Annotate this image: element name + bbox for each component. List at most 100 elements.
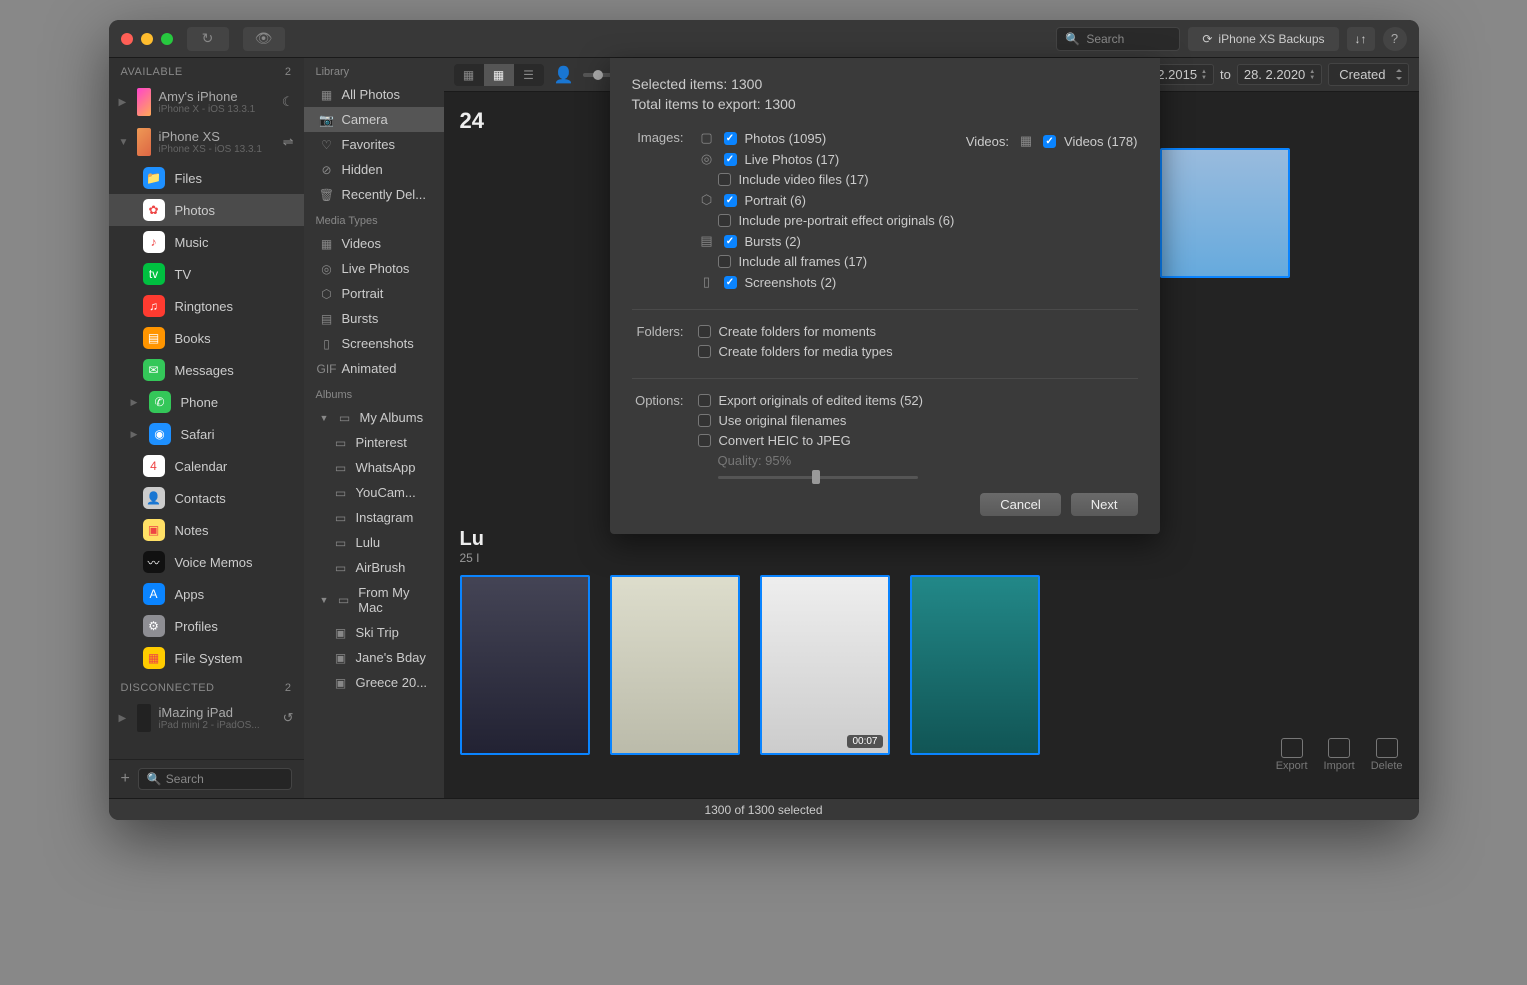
item-icon: ▣ (334, 626, 348, 640)
album-group-my-albums[interactable]: ▼ ▭ My Albums (304, 405, 444, 430)
checkbox-bursts[interactable] (724, 235, 737, 248)
view-mode-segment[interactable]: ▦ ▦ ☰ (454, 64, 544, 86)
sidebar-section-disconnected: DISCONNECTED 2 (109, 674, 304, 698)
checkbox-screenshots[interactable] (724, 276, 737, 289)
zoom-window-button[interactable] (161, 33, 173, 45)
reveal-button[interactable]: 👁 (243, 27, 285, 51)
phone-icon: ✆ (149, 391, 171, 413)
add-button[interactable]: + (121, 770, 130, 788)
contacts-icon: 👤 (143, 487, 165, 509)
sidebar-item-tv[interactable]: tvTV (109, 258, 304, 290)
photo-thumbnail[interactable] (460, 575, 590, 755)
checkbox-convert-heic[interactable] (698, 434, 711, 447)
sidebar-item-music[interactable]: ♪Music (109, 226, 304, 258)
refresh-icon: ⟳ (1202, 32, 1212, 46)
window-controls (121, 33, 173, 45)
item-icon: ▣ (334, 651, 348, 665)
checkbox-export-originals[interactable] (698, 394, 711, 407)
checkbox-portrait[interactable] (724, 194, 737, 207)
stepper-icon[interactable]: ▲▼ (1201, 69, 1207, 81)
sidebar-item-books[interactable]: ▤Books (109, 322, 304, 354)
library-item-videos[interactable]: ▦Videos (304, 231, 444, 256)
quality-slider[interactable] (718, 476, 918, 479)
library-item-ski-trip[interactable]: ▣Ski Trip (304, 620, 444, 645)
library-item-live-photos[interactable]: ◎Live Photos (304, 256, 444, 281)
library-item-hidden[interactable]: ⊘Hidden (304, 157, 444, 182)
person-filter-icon[interactable]: 👤 (554, 65, 574, 85)
import-button[interactable]: Import (1324, 738, 1355, 772)
photo-thumbnail[interactable] (910, 575, 1040, 755)
library-item-instagram[interactable]: ▭Instagram (304, 505, 444, 530)
checkbox-folders-media-types[interactable] (698, 345, 711, 358)
item-icon: ♡ (320, 138, 334, 152)
checkbox-live-photos[interactable] (724, 153, 737, 166)
device-item-amys-iphone[interactable]: ▶ Amy's iPhone iPhone X - iOS 13.3.1 ☾ (109, 82, 304, 122)
checkbox-include-video-files[interactable] (718, 173, 731, 186)
checkbox-original-filenames[interactable] (698, 414, 711, 427)
sidebar-item-phone[interactable]: ▶✆Phone (109, 386, 304, 418)
sidebar-item-calendar[interactable]: 4Calendar (109, 450, 304, 482)
checkbox-folders-moments[interactable] (698, 325, 711, 338)
folder-icon: ▭ (338, 411, 352, 425)
library-item-label: Camera (342, 112, 388, 127)
date-to-input[interactable]: 28. 2.2020 ▲▼ (1237, 64, 1322, 85)
voice-memos-icon: 〰 (143, 551, 165, 573)
checkbox-include-all-frames[interactable] (718, 255, 731, 268)
sidebar-item-voice-memos[interactable]: 〰Voice Memos (109, 546, 304, 578)
sidebar-item-ringtones[interactable]: ♫Ringtones (109, 290, 304, 322)
sidebar-item-profiles[interactable]: ⚙Profiles (109, 610, 304, 642)
library-item-lulu[interactable]: ▭Lulu (304, 530, 444, 555)
library-item-label: Bursts (342, 311, 379, 326)
checkbox-videos[interactable] (1043, 135, 1056, 148)
export-button[interactable]: Export (1276, 738, 1308, 772)
sidebar-search-input[interactable]: 🔍 Search (138, 768, 292, 790)
sidebar-item-messages[interactable]: ✉Messages (109, 354, 304, 386)
device-item-iphone-xs[interactable]: ▼ iPhone XS iPhone XS - iOS 13.3.1 ⇌ (109, 122, 304, 162)
chevron-right-icon: ▶ (131, 429, 139, 440)
minimize-window-button[interactable] (141, 33, 153, 45)
library-item-camera[interactable]: 📷Camera (304, 107, 444, 132)
stepper-icon[interactable]: ▲▼ (1309, 69, 1315, 81)
transfer-button[interactable]: ↓↑ (1347, 27, 1375, 51)
library-item-greece-[interactable]: ▣Greece 20... (304, 670, 444, 695)
sidebar-item-contacts[interactable]: 👤Contacts (109, 482, 304, 514)
photo-thumbnail[interactable] (610, 575, 740, 755)
library-item-bursts[interactable]: ▤Bursts (304, 306, 444, 331)
media-types-header: Media Types (304, 207, 444, 231)
library-item-airbrush[interactable]: ▭AirBrush (304, 555, 444, 580)
sidebar-item-safari[interactable]: ▶◉Safari (109, 418, 304, 450)
checkbox-include-pre-portrait[interactable] (718, 214, 731, 227)
help-button[interactable]: ? (1383, 27, 1407, 51)
sort-select[interactable]: Created (1328, 63, 1408, 86)
backups-button[interactable]: ⟳ iPhone XS Backups (1188, 27, 1338, 51)
library-item-youcam-[interactable]: ▭YouCam... (304, 480, 444, 505)
device-item-imazing-ipad[interactable]: ▶ iMazing iPad iPad mini 2 - iPadOS... ↺ (109, 698, 304, 738)
library-item-whatsapp[interactable]: ▭WhatsApp (304, 455, 444, 480)
refresh-button[interactable]: ↻ (187, 27, 229, 51)
sidebar-item-apps[interactable]: AApps (109, 578, 304, 610)
library-item-animated[interactable]: GIFAnimated (304, 356, 444, 381)
library-item-portrait[interactable]: ⬡Portrait (304, 281, 444, 306)
close-window-button[interactable] (121, 33, 133, 45)
sidebar-item-notes[interactable]: ▣Notes (109, 514, 304, 546)
global-search-input[interactable]: 🔍 Search (1056, 27, 1180, 51)
checkbox-photos[interactable] (724, 132, 737, 145)
library-item-jane-s-bday[interactable]: ▣Jane's Bday (304, 645, 444, 670)
sidebar-item-files[interactable]: 📁Files (109, 162, 304, 194)
library-item-pinterest[interactable]: ▭Pinterest (304, 430, 444, 455)
library-item-all-photos[interactable]: ▦All Photos (304, 82, 444, 107)
view-list-icon[interactable]: ☰ (514, 64, 544, 86)
sidebar-item-photos[interactable]: ✿Photos (109, 194, 304, 226)
library-item-favorites[interactable]: ♡Favorites (304, 132, 444, 157)
sidebar-item-file-system[interactable]: ▦File System (109, 642, 304, 674)
delete-button[interactable]: Delete (1371, 738, 1403, 772)
view-grid-icon[interactable]: ▦ (484, 64, 514, 86)
next-button[interactable]: Next (1071, 493, 1138, 516)
album-group-from-mac[interactable]: ▼ ▭ From My Mac (304, 580, 444, 620)
library-item-recently-del-[interactable]: 🗑Recently Del... (304, 182, 444, 207)
photo-thumbnail[interactable] (1160, 148, 1290, 278)
library-item-screenshots[interactable]: ▯Screenshots (304, 331, 444, 356)
cancel-button[interactable]: Cancel (980, 493, 1060, 516)
photo-thumbnail[interactable]: 00:07 (760, 575, 890, 755)
view-large-grid-icon[interactable]: ▦ (454, 64, 484, 86)
